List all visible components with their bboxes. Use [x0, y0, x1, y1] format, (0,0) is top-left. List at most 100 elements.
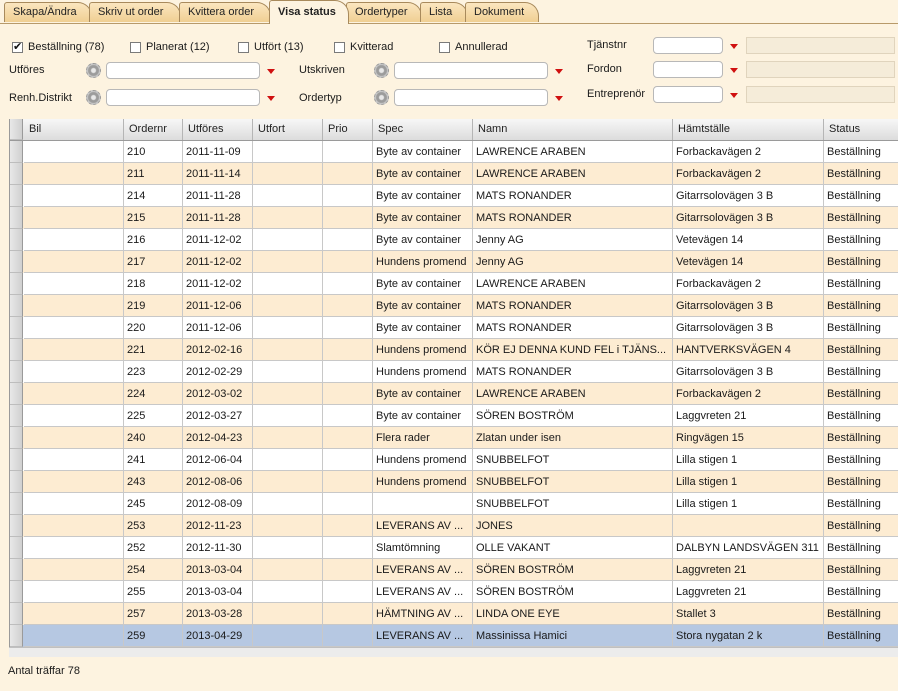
table-row[interactable]: 240 2012-04-23 Flera rader Zlatan under ise…: [10, 427, 898, 449]
row-selector[interactable]: [10, 383, 23, 405]
row-selector[interactable]: [10, 361, 23, 383]
chevron-down-icon[interactable]: [263, 91, 279, 105]
table-row[interactable]: 217 2011-12-02 Hundens promend Jenny AG Vete…: [10, 251, 898, 273]
table-row[interactable]: 211 2011-11-14 Byte av container LAWRENCE A…: [10, 163, 898, 185]
table-row[interactable]: 215 2011-11-28 Byte av container MATS RONAN…: [10, 207, 898, 229]
tjanstnr-input[interactable]: [653, 37, 723, 54]
gear-icon[interactable]: [374, 63, 389, 78]
column-header-utfores[interactable]: Utföres: [183, 119, 253, 140]
cell-status: Beställning: [824, 603, 898, 625]
row-selector[interactable]: [10, 449, 23, 471]
checkbox-annullerad[interactable]: Annullerad: [439, 39, 508, 55]
row-selector[interactable]: [10, 515, 23, 537]
checkbox-kvitterad[interactable]: Kvitterad: [334, 39, 393, 55]
table-row[interactable]: 216 2011-12-02 Byte av container Jenny AG Ve…: [10, 229, 898, 251]
renh-distrikt-input[interactable]: [106, 89, 260, 106]
tab-kvittera-order[interactable]: Kvittera order: [179, 2, 271, 22]
row-selector[interactable]: [10, 559, 23, 581]
column-header-spec[interactable]: Spec: [373, 119, 473, 140]
column-header-hamtstalle[interactable]: Hämtställe: [673, 119, 824, 140]
checkbox-planerat[interactable]: Planerat (12): [130, 39, 210, 55]
row-selector[interactable]: [10, 141, 23, 163]
table-row[interactable]: 221 2012-02-16 Hundens promend KÖR EJ DENNA…: [10, 339, 898, 361]
column-header-utfort[interactable]: Utfort: [253, 119, 323, 140]
table-row[interactable]: 210 2011-11-09 Byte av container LAWRENCE A…: [10, 141, 898, 163]
column-header-ordernr[interactable]: Ordernr: [124, 119, 183, 140]
checkbox-box[interactable]: [334, 41, 345, 53]
column-header-namn[interactable]: Namn: [473, 119, 673, 140]
ordertyp-input[interactable]: [394, 89, 548, 106]
checkbox-bestallning[interactable]: Beställning (78): [12, 39, 104, 55]
table-row[interactable]: 243 2012-08-06 Hundens promend SNUBBELFOT Li…: [10, 471, 898, 493]
table-row[interactable]: 259 2013-04-29 LEVERANS AV ... Massinissa H…: [10, 625, 898, 647]
checkbox-utfort[interactable]: Utfört (13): [238, 39, 304, 55]
chevron-down-icon[interactable]: [551, 64, 567, 78]
table-row[interactable]: 224 2012-03-02 Byte av container LAWRENCE A…: [10, 383, 898, 405]
table-row[interactable]: 218 2011-12-02 Byte av container LAWRENCE A…: [10, 273, 898, 295]
row-selector[interactable]: [10, 339, 23, 361]
gear-icon[interactable]: [86, 63, 101, 78]
row-selector[interactable]: [10, 163, 23, 185]
row-selector[interactable]: [10, 625, 23, 647]
cell-utfores: 2012-06-04: [183, 449, 253, 471]
table-row[interactable]: 225 2012-03-27 Byte av container SÖREN BOST…: [10, 405, 898, 427]
row-selector[interactable]: [10, 185, 23, 207]
table-row[interactable]: 257 2013-03-28 HÄMTNING AV ... LINDA ONE EY…: [10, 603, 898, 625]
utfores-input[interactable]: [106, 62, 260, 79]
gear-icon[interactable]: [86, 90, 101, 105]
chevron-down-icon[interactable]: [263, 64, 279, 78]
table-row[interactable]: 255 2013-03-04 LEVERANS AV ... SÖREN BOSTRÖ…: [10, 581, 898, 603]
checkbox-box[interactable]: [439, 41, 450, 53]
chevron-down-icon[interactable]: [726, 39, 742, 53]
entreprenor-input[interactable]: [653, 86, 723, 103]
cell-namn: SÖREN BOSTRÖM: [473, 581, 673, 603]
cell-hamtstalle: Lilla stigen 1: [673, 449, 824, 471]
row-selector[interactable]: [10, 229, 23, 251]
table-row[interactable]: 214 2011-11-28 Byte av container MATS RONAN…: [10, 185, 898, 207]
tab-skriv-ut-order[interactable]: Skriv ut order: [89, 2, 181, 22]
tab-dokument[interactable]: Dokument: [465, 2, 539, 22]
column-header-bil[interactable]: Bil: [24, 119, 124, 140]
row-selector[interactable]: [10, 493, 23, 515]
table-row[interactable]: 245 2012-08-09 SNUBBELFOT Lilla stigen 1 Bes…: [10, 493, 898, 515]
cell-utfort: [253, 405, 323, 427]
table-row[interactable]: 220 2011-12-06 Byte av container MATS RONAN…: [10, 317, 898, 339]
row-selector[interactable]: [10, 317, 23, 339]
tab-lista[interactable]: Lista: [420, 2, 468, 22]
order-grid[interactable]: Bil Ordernr Utföres Utfort Prio Spec Namn Hämts…: [9, 119, 898, 656]
cell-status: Beställning: [824, 163, 898, 185]
row-selector[interactable]: [10, 405, 23, 427]
table-row[interactable]: 219 2011-12-06 Byte av container MATS RONAN…: [10, 295, 898, 317]
row-selector[interactable]: [10, 273, 23, 295]
row-selector[interactable]: [10, 251, 23, 273]
fordon-input[interactable]: [653, 61, 723, 78]
chevron-down-icon[interactable]: [726, 63, 742, 77]
column-header-status[interactable]: Status: [824, 119, 898, 140]
row-selector[interactable]: [10, 295, 23, 317]
table-row[interactable]: 241 2012-06-04 Hundens promend SNUBBELFOT Li…: [10, 449, 898, 471]
row-selector[interactable]: [10, 471, 23, 493]
gear-icon[interactable]: [374, 90, 389, 105]
checkbox-box[interactable]: [12, 40, 23, 53]
row-selector[interactable]: [10, 207, 23, 229]
row-selector[interactable]: [10, 427, 23, 449]
column-header-prio[interactable]: Prio: [323, 119, 373, 140]
cell-bil: [24, 163, 124, 185]
checkbox-box[interactable]: [130, 41, 141, 53]
cell-spec: Byte av container: [373, 229, 473, 251]
horizontal-scrollbar[interactable]: [9, 647, 898, 657]
tab-skapa-andra[interactable]: Skapa/Ändra: [4, 2, 92, 22]
utskriven-input[interactable]: [394, 62, 548, 79]
table-row[interactable]: 254 2013-03-04 LEVERANS AV ... SÖREN BOSTRÖ…: [10, 559, 898, 581]
row-selector[interactable]: [10, 537, 23, 559]
table-row[interactable]: 223 2012-02-29 Hundens promend MATS RONANDE…: [10, 361, 898, 383]
row-selector[interactable]: [10, 581, 23, 603]
table-row[interactable]: 253 2012-11-23 LEVERANS AV ... JONES Beställ…: [10, 515, 898, 537]
chevron-down-icon[interactable]: [551, 91, 567, 105]
checkbox-box[interactable]: [238, 41, 249, 53]
row-selector[interactable]: [10, 603, 23, 625]
chevron-down-icon[interactable]: [726, 88, 742, 102]
tab-ordertyper[interactable]: Ordertyper: [346, 2, 422, 22]
tab-visa-status[interactable]: Visa status: [269, 0, 349, 24]
table-row[interactable]: 252 2012-11-30 Slamtömning OLLE VAKANT DALBY…: [10, 537, 898, 559]
